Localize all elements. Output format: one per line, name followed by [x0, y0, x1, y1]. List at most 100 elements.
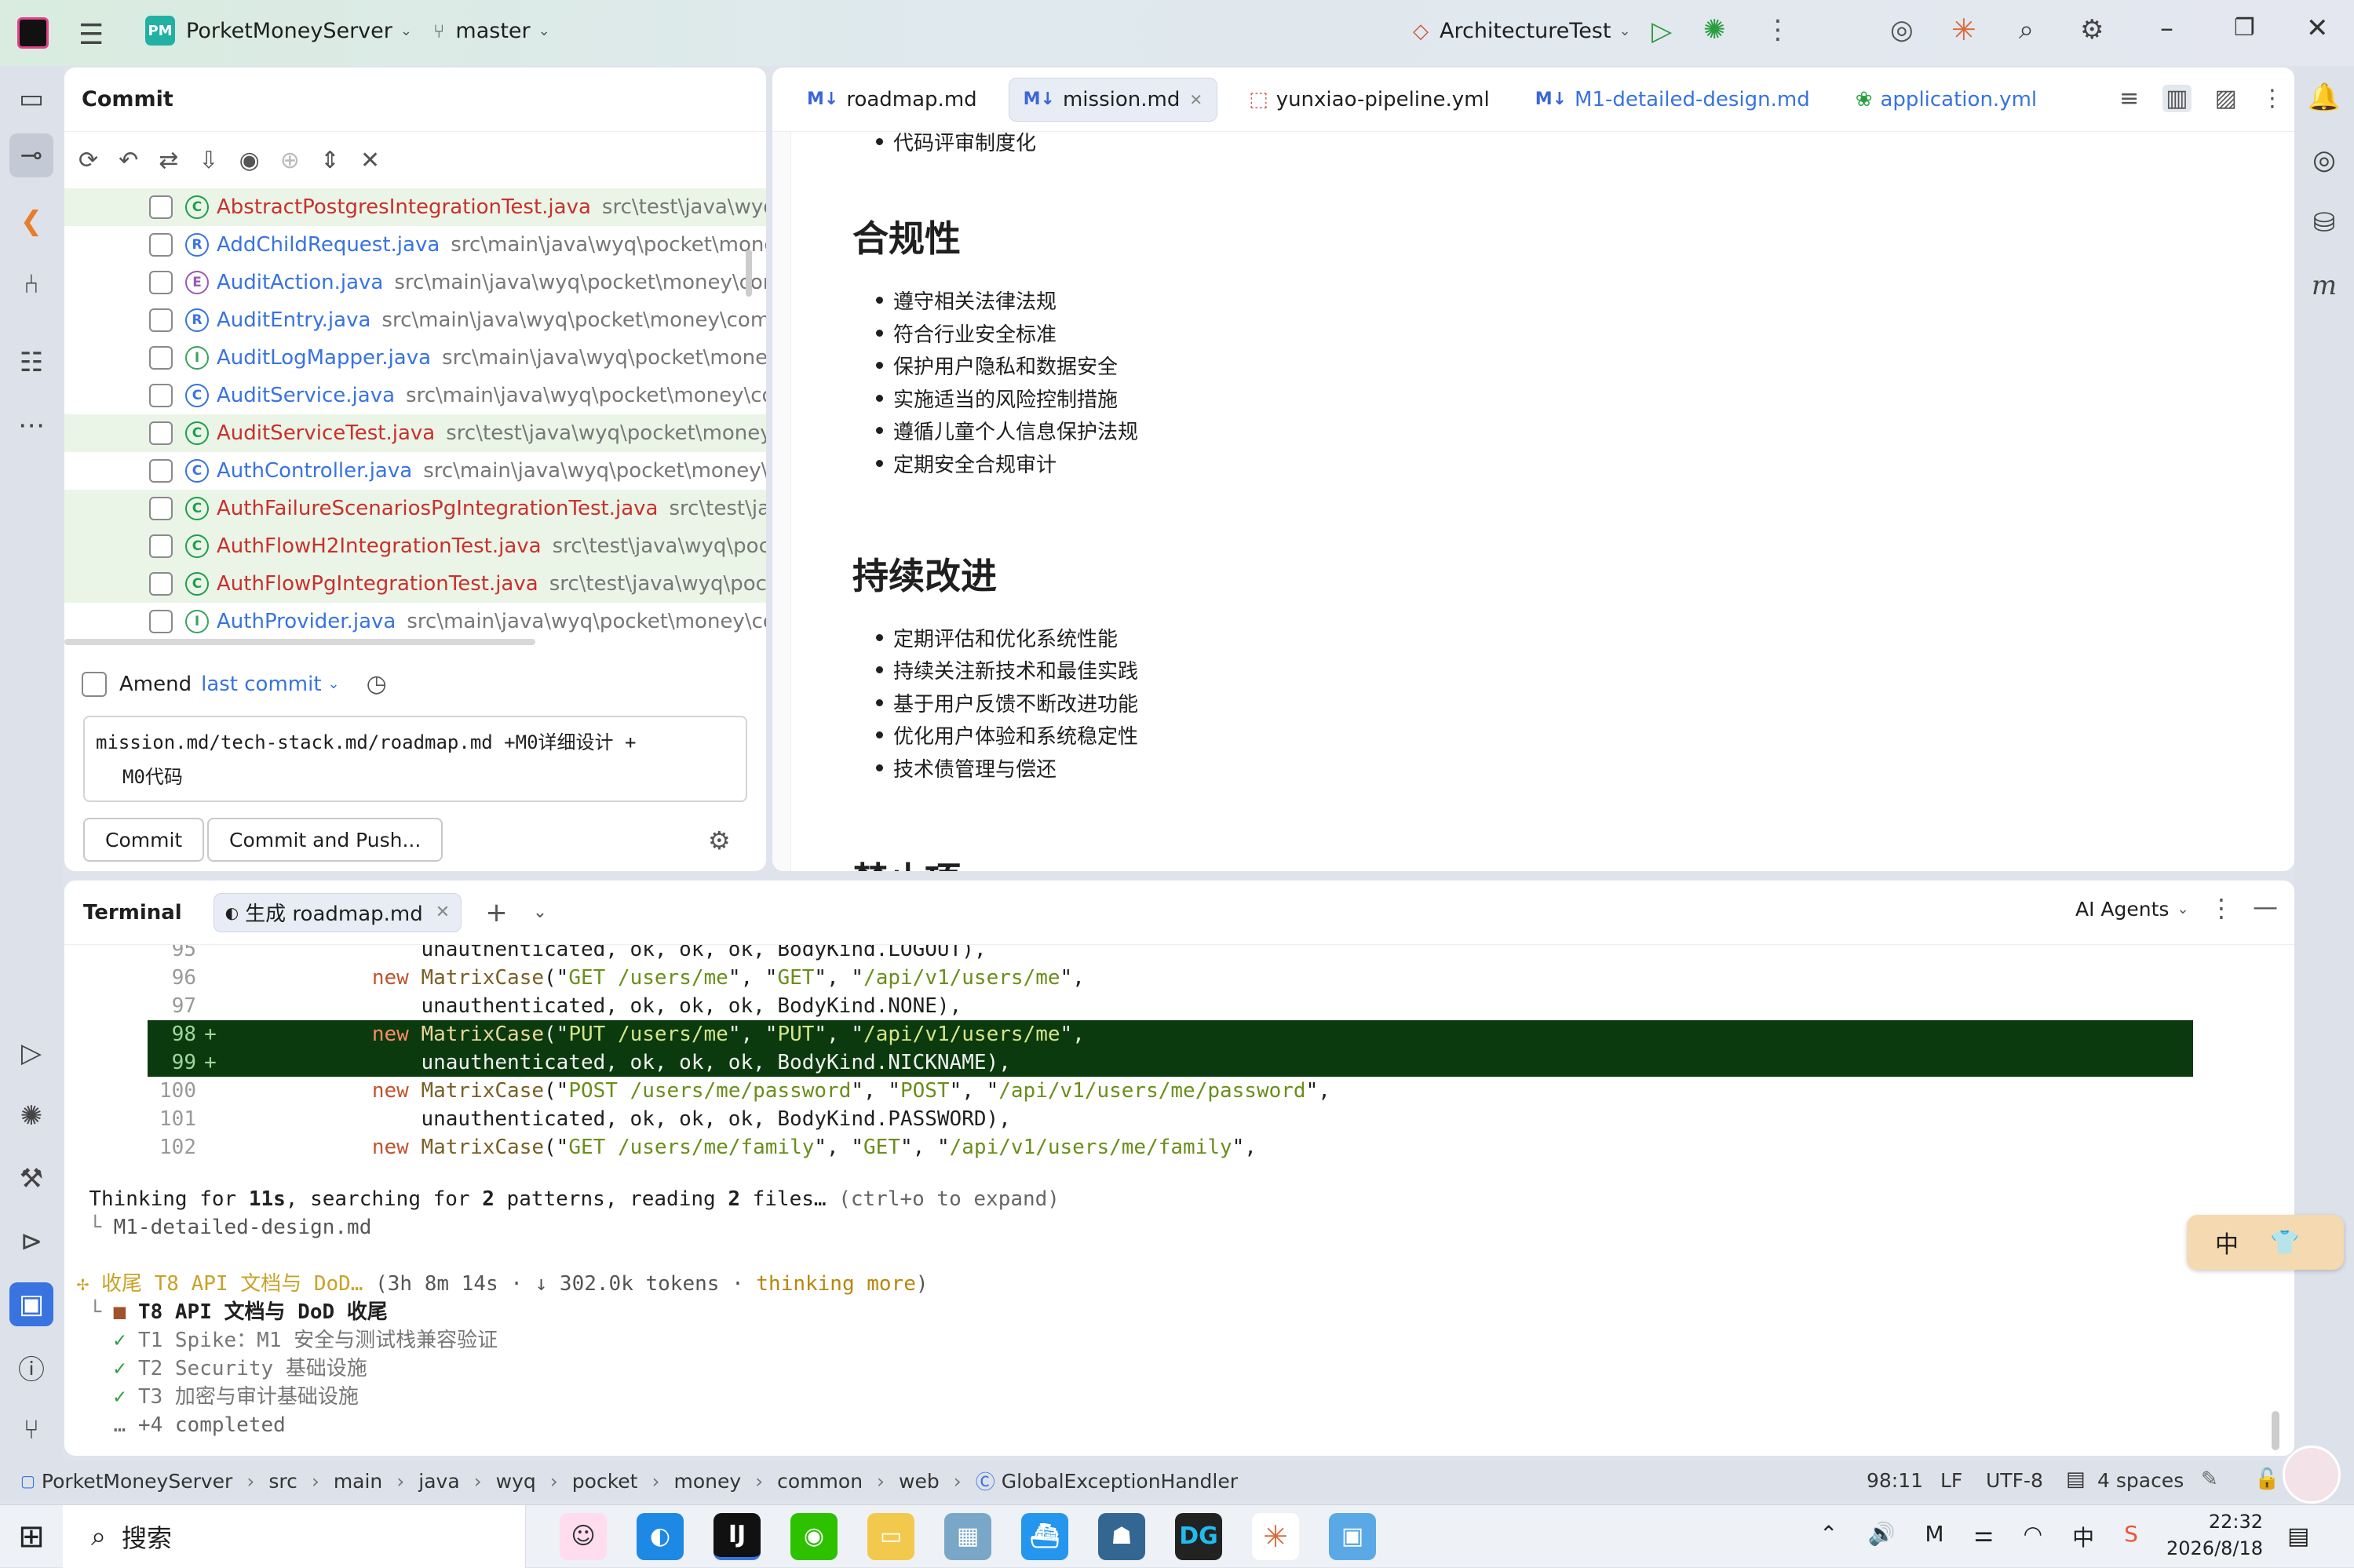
file-checkbox[interactable] — [149, 572, 173, 596]
preview-eye-icon[interactable]: ◉ — [239, 147, 260, 174]
file-checkbox[interactable] — [149, 534, 173, 558]
debug-icon[interactable]: ✺ — [1703, 14, 1726, 46]
tray-sogou-icon[interactable]: S — [2124, 1521, 2138, 1552]
ime-shirt-icon[interactable]: 👕 — [2270, 1229, 2299, 1256]
commit-button[interactable]: Commit — [83, 818, 205, 862]
breadcrumb-item[interactable]: java — [418, 1470, 459, 1493]
file-encoding[interactable]: UTF-8 — [1986, 1469, 2043, 1492]
editor-tab[interactable]: M↓ mission.md ✕ — [1008, 77, 1218, 122]
breadcrumb-item[interactable]: web — [899, 1470, 940, 1493]
terminal-output[interactable]: 95 unauthenticated, ok, ok, ok, BodyKind… — [64, 945, 2294, 1456]
taskbar-app-browser-icon[interactable]: ◐ — [637, 1512, 684, 1560]
close-window-icon[interactable]: ✕ — [2306, 13, 2329, 44]
clock[interactable]: 22:32 2026/8/18 — [2166, 1508, 2263, 1562]
build-tool-icon[interactable]: ⚒ — [9, 1157, 53, 1201]
ai-chat-icon[interactable]: ◎ — [2302, 138, 2346, 182]
vertical-scrollbar[interactable] — [746, 250, 752, 297]
taskbar-app-remote-icon[interactable]: ▣ — [1329, 1512, 1376, 1560]
plugin-tool-icon[interactable]: ❮ — [9, 199, 53, 243]
changed-file-row[interactable]: C AuthFlowH2IntegrationTest.java src\test\… — [64, 527, 766, 565]
breadcrumb-item[interactable]: pocket — [572, 1470, 638, 1493]
last-commit-link[interactable]: last commit — [201, 673, 321, 696]
run-tool-icon[interactable]: ▷ — [9, 1031, 53, 1075]
network-icon[interactable]: ◠ — [2024, 1521, 2042, 1552]
editor-more-icon[interactable]: ⋮ — [2261, 85, 2284, 112]
cursor-position[interactable]: 98:11 — [1867, 1469, 1923, 1492]
hide-panel-icon[interactable]: — — [2253, 892, 2278, 921]
file-checkbox[interactable] — [149, 271, 173, 294]
restore-window-icon[interactable]: ❐ — [2234, 14, 2255, 42]
ai-agents-selector[interactable]: AI Agents ⌄ — [2075, 898, 2189, 921]
preview-only-icon[interactable]: ▨ — [2215, 85, 2237, 112]
database-icon[interactable]: ⛁ — [2302, 201, 2346, 245]
commit-and-push-button[interactable]: Commit and Push... — [207, 818, 443, 862]
terminal-tab[interactable]: ◐ 生成 roadmap.md ✕ — [213, 892, 462, 932]
file-checkbox[interactable] — [149, 346, 173, 370]
ime-floating-bar[interactable]: 中 👕 — [2187, 1215, 2344, 1270]
changed-file-row[interactable]: C AuditServiceTest.java src\test\java\wyq\… — [64, 414, 766, 452]
taskbar-app-avatar-icon[interactable]: ☺ — [560, 1512, 607, 1560]
file-checkbox[interactable] — [149, 308, 173, 332]
changed-file-row[interactable]: I AuditLogMapper.java src\main\java\wyq\po… — [64, 339, 766, 377]
taskbar-app-claude-icon[interactable]: ✳ — [1252, 1512, 1299, 1560]
problems-icon[interactable]: ⓘ — [9, 1345, 53, 1389]
breadcrumb-item[interactable]: src — [268, 1470, 297, 1493]
lock-icon[interactable]: 🔓 — [2254, 1468, 2279, 1491]
changed-file-row[interactable]: C AuthController.java src\main\java\wyq\po… — [64, 452, 766, 490]
minimize-window-icon[interactable]: – — [2160, 13, 2173, 44]
terminal-more-icon[interactable]: ⋮ — [2209, 893, 2234, 923]
collapse-all-icon[interactable]: ✕ — [360, 147, 380, 174]
file-checkbox[interactable] — [149, 610, 173, 633]
file-checkbox[interactable] — [149, 195, 173, 219]
group-by-icon[interactable]: ⊕ — [280, 147, 300, 174]
notifications-bell-icon[interactable]: 🔔 — [2302, 75, 2346, 119]
editor-tab[interactable]: M↓ roadmap.md — [793, 78, 991, 122]
diff-icon[interactable]: ⇄ — [159, 147, 178, 174]
indent-setting[interactable]: 4 spaces — [2097, 1469, 2184, 1492]
tray-app-icon[interactable]: M — [1925, 1521, 1943, 1552]
changed-file-row[interactable]: C AuthFailureScenariosPgIntegrationTest.j… — [64, 490, 766, 527]
tray-settings-icon[interactable]: ⚌ — [1974, 1521, 1994, 1552]
amend-checkbox[interactable] — [82, 671, 107, 697]
tab-dropdown-icon[interactable]: ⌄ — [533, 903, 547, 922]
commit-tool-icon[interactable]: ⊸ — [9, 133, 53, 177]
services-icon[interactable]: ⊳ — [9, 1220, 53, 1264]
editor-tab[interactable]: M↓ M1-detailed-design.md — [1521, 78, 1824, 122]
git-tool-icon[interactable]: ⑂ — [9, 1408, 53, 1452]
rollback-icon[interactable]: ↶ — [119, 147, 138, 174]
breadcrumb-item[interactable]: PorketMoneyServer — [42, 1470, 232, 1493]
breadcrumb-item[interactable]: money — [673, 1470, 741, 1493]
maven-icon[interactable]: m — [2302, 264, 2346, 308]
project-selector[interactable]: PM PorketMoneyServer ⌄ — [145, 16, 412, 46]
changed-file-row[interactable]: R AuditEntry.java src\main\java\wyq\pocket… — [64, 301, 766, 339]
commit-message-input[interactable]: mission.md/tech-stack.md/roadmap.md +M0详… — [83, 716, 747, 802]
windows-start-icon[interactable]: ⊞ — [0, 1519, 63, 1555]
history-clock-icon[interactable]: ◷ — [367, 670, 387, 698]
taskbar-app-postgres-icon[interactable]: ☗ — [1098, 1512, 1145, 1560]
ai-assistant-icon[interactable]: ◎ — [1890, 14, 1914, 46]
line-ending[interactable]: LF — [1940, 1469, 1962, 1492]
search-icon[interactable]: ⌕ — [2019, 14, 2034, 46]
inspection-icon[interactable]: ✎ — [2201, 1468, 2218, 1491]
terminal-tool-icon[interactable]: ▣ — [9, 1282, 53, 1326]
breadcrumb-item[interactable]: GlobalExceptionHandler — [1002, 1470, 1238, 1493]
refresh-icon[interactable]: ⟳ — [78, 147, 98, 174]
terminal-scrollbar[interactable] — [2272, 1411, 2279, 1450]
settings-gear-icon[interactable]: ⚙ — [2080, 14, 2104, 46]
file-checkbox[interactable] — [149, 233, 173, 257]
breadcrumb-item[interactable]: main — [334, 1470, 382, 1493]
debug-tool-icon[interactable]: ✺ — [9, 1094, 53, 1138]
changed-file-row[interactable]: C AuditService.java src\main\java\wyq\pock… — [64, 377, 766, 414]
taskbar-app-intellij-icon[interactable]: IJ — [713, 1512, 761, 1560]
split-view-icon[interactable]: ▥ — [2162, 85, 2192, 112]
editor-only-icon[interactable]: ≡ — [2119, 85, 2139, 112]
taskbar-app-wechat-icon[interactable]: ◉ — [790, 1512, 838, 1560]
file-checkbox[interactable] — [149, 459, 173, 483]
claude-icon[interactable]: ✳ — [1951, 13, 1976, 47]
taskbar-app-monitor-icon[interactable]: ▦ — [944, 1512, 991, 1560]
commit-options-gear-icon[interactable]: ⚙ — [708, 826, 731, 855]
breadcrumb-item[interactable]: wyq — [496, 1470, 536, 1493]
volume-icon[interactable]: 🔊 — [1867, 1521, 1895, 1552]
tray-expand-icon[interactable]: ⌃ — [1819, 1521, 1838, 1552]
file-checkbox[interactable] — [149, 421, 173, 445]
